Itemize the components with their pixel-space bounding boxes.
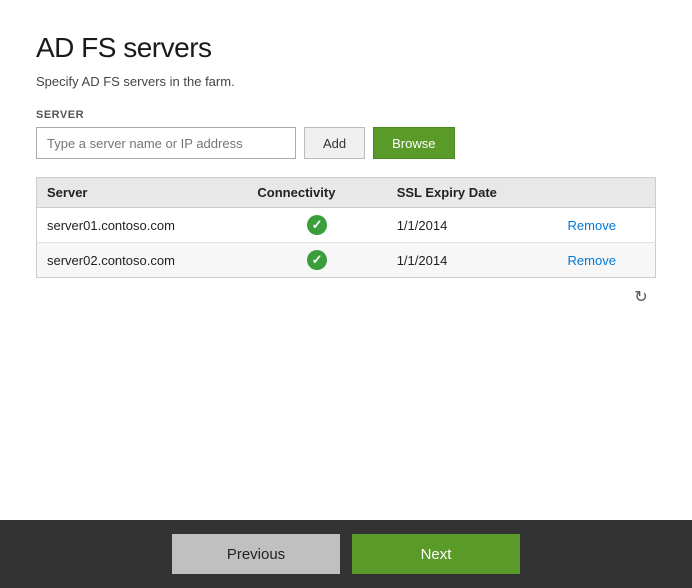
refresh-area: ↻ (36, 286, 656, 308)
cell-server: server02.contoso.com (37, 243, 248, 278)
footer: Previous Next (0, 520, 692, 588)
main-content: AD FS servers Specify AD FS servers in t… (0, 0, 692, 520)
col-connectivity: Connectivity (247, 178, 386, 208)
previous-button[interactable]: Previous (172, 534, 340, 574)
check-icon: ✓ (307, 215, 327, 235)
browse-button[interactable]: Browse (373, 127, 454, 159)
col-server: Server (37, 178, 248, 208)
page-description: Specify AD FS servers in the farm. (36, 74, 656, 89)
server-field-label: SERVER (36, 109, 656, 121)
cell-connectivity: ✓ (247, 208, 386, 243)
cell-connectivity: ✓ (247, 243, 386, 278)
table-row: server01.contoso.com ✓ 1/1/2014 Remove (37, 208, 656, 243)
cell-server: server01.contoso.com (37, 208, 248, 243)
check-icon: ✓ (307, 250, 327, 270)
col-action (558, 178, 656, 208)
col-ssl-expiry: SSL Expiry Date (387, 178, 558, 208)
refresh-icon[interactable]: ↻ (630, 286, 652, 308)
page-title: AD FS servers (36, 32, 656, 64)
cell-ssl-expiry: 1/1/2014 (387, 208, 558, 243)
table-header: Server Connectivity SSL Expiry Date (37, 178, 656, 208)
cell-action: Remove (558, 243, 656, 278)
server-table: Server Connectivity SSL Expiry Date serv… (36, 177, 656, 278)
add-button[interactable]: Add (304, 127, 365, 159)
server-input-row: Add Browse (36, 127, 656, 159)
remove-link[interactable]: Remove (568, 253, 616, 268)
server-input[interactable] (36, 127, 296, 159)
table-header-row: Server Connectivity SSL Expiry Date (37, 178, 656, 208)
table-row: server02.contoso.com ✓ 1/1/2014 Remove (37, 243, 656, 278)
table-body: server01.contoso.com✓1/1/2014Removeserve… (37, 208, 656, 278)
cell-action: Remove (558, 208, 656, 243)
remove-link[interactable]: Remove (568, 218, 616, 233)
next-button[interactable]: Next (352, 534, 520, 574)
cell-ssl-expiry: 1/1/2014 (387, 243, 558, 278)
